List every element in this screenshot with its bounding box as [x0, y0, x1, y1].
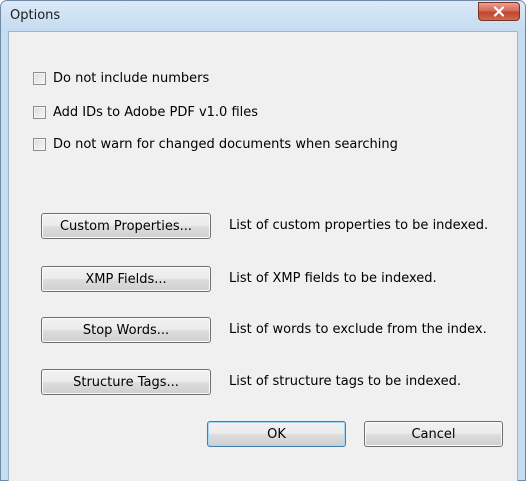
checkbox-do-not-include-numbers[interactable]: Do not include numbers	[33, 69, 209, 87]
custom-properties-description: List of custom properties to be indexed.	[229, 218, 489, 233]
checkbox-add-ids[interactable]: Add IDs to Adobe PDF v1.0 files	[33, 103, 258, 121]
checkbox-label: Add IDs to Adobe PDF v1.0 files	[53, 104, 259, 120]
title-bar[interactable]: Options	[1, 1, 525, 31]
custom-properties-button[interactable]: Custom Properties...	[41, 213, 211, 239]
checkbox-do-not-warn[interactable]: Do not warn for changed documents when s…	[33, 135, 398, 153]
xmp-fields-button[interactable]: XMP Fields...	[41, 266, 211, 292]
checkbox-box[interactable]	[33, 105, 46, 119]
stop-words-description: List of words to exclude from the index.	[229, 322, 487, 337]
checkbox-label: Do not warn for changed documents when s…	[53, 136, 398, 152]
dialog-title: Options	[10, 8, 61, 23]
structure-tags-description: List of structure tags to be indexed.	[229, 374, 461, 389]
checkbox-box[interactable]	[33, 71, 46, 85]
close-button[interactable]	[478, 2, 520, 21]
checkbox-box[interactable]	[33, 137, 46, 151]
close-icon	[493, 6, 505, 17]
stop-words-button[interactable]: Stop Words...	[41, 317, 211, 343]
xmp-fields-description: List of XMP fields to be indexed.	[229, 271, 437, 286]
checkbox-label: Do not include numbers	[53, 70, 210, 86]
options-dialog: Options Do not include numbers Add IDs t…	[0, 0, 526, 481]
ok-button[interactable]: OK	[207, 421, 346, 447]
dialog-body	[8, 31, 518, 481]
cancel-button[interactable]: Cancel	[364, 421, 503, 447]
structure-tags-button[interactable]: Structure Tags...	[41, 369, 211, 395]
